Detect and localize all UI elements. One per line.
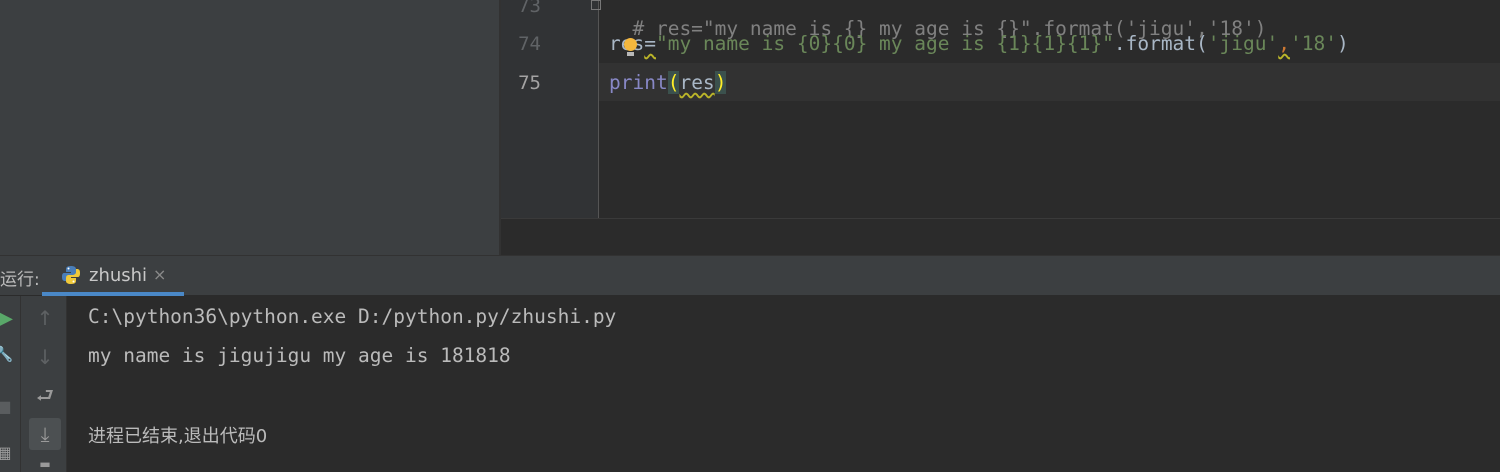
close-icon[interactable]: × [153,265,166,284]
fold-icon[interactable] [591,0,601,10]
close-paren: ) [1336,32,1349,55]
up-arrow-icon[interactable]: ↑ [29,304,61,332]
lightbulb-icon[interactable] [624,38,637,51]
console-line-exit: 进程已结束,退出代码0 [88,426,268,447]
python-icon [62,266,80,284]
format-method: .format( [1113,32,1208,55]
run-label: 运行: [0,270,40,290]
project-panel [0,0,499,255]
console-line-command: C:\python36\python.exe D:/python.py/zhus… [88,305,617,328]
run-panel-header [0,255,1500,295]
arg-comma: , [1278,32,1290,55]
editor-bottom-area [501,218,1500,256]
down-arrow-icon[interactable]: ↓ [29,343,61,371]
run-toolbar-secondary: ↑ ↓ ⮐ ⤓ ▬ [21,296,67,472]
run-icon[interactable]: ▶ [0,304,16,332]
lightbulb-base [627,52,634,56]
layout-icon[interactable]: ▦ [0,438,14,466]
scroll-to-end-icon[interactable]: ⤓ [29,418,61,450]
line-number-73: 73 [518,0,541,17]
arg-18: '18' [1289,32,1337,55]
assign-operator: = [644,32,656,55]
print-arg-res: res [679,71,715,94]
soft-wrap-icon[interactable]: ⮐ [29,383,61,412]
caret-row-highlight [599,63,1500,101]
code-line-75[interactable]: print(res) [609,71,727,94]
run-toolbar-primary: ▶ 🔧 ■ ▦ [0,296,21,472]
print-builtin: print [609,71,668,94]
open-paren-highlight: ( [667,71,680,94]
minus-icon[interactable]: ▬ [29,456,61,472]
close-paren-highlight: ) [714,71,727,94]
console-line-output: my name is jigujigu my age is 181818 [88,344,511,367]
stop-icon[interactable]: ■ [0,392,14,420]
line-number-74: 74 [518,33,541,55]
wrench-icon[interactable]: 🔧 [0,340,14,368]
run-tab-label[interactable]: zhushi [89,265,147,286]
arg-jigu: 'jigu' [1207,32,1279,55]
line-number-75: 75 [518,72,541,94]
format-string: "my name is {0}{0} my age is {1}{1}{1}" [655,32,1114,55]
code-line-74[interactable]: res="my name is {0}{0} my age is {1}{1}{… [609,32,1349,55]
